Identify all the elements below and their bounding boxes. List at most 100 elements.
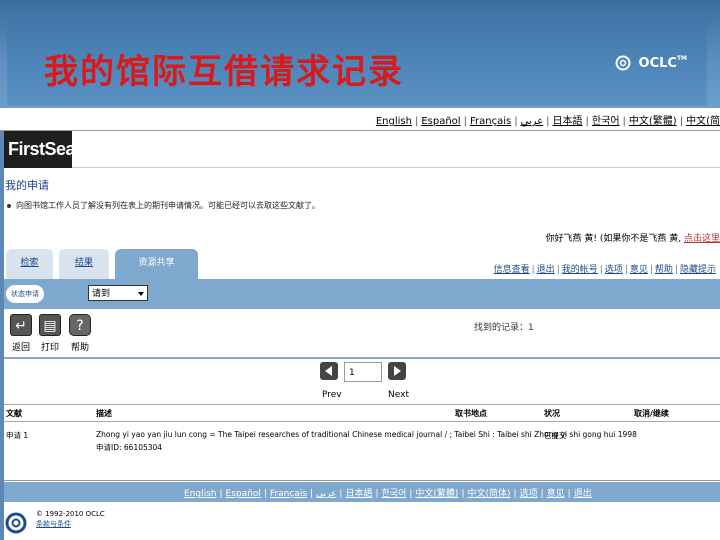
lang-bottom-link[interactable]: 中文(简体) bbox=[468, 489, 511, 499]
greeting-name: 飞燕 黄 bbox=[563, 234, 594, 244]
oclc-logo-icon bbox=[615, 55, 631, 71]
lang-bottom-link[interactable]: English bbox=[184, 489, 217, 499]
slide-header: 我的馆际互借请求记录 OCLCTM bbox=[0, 0, 720, 108]
greeting-comma: , bbox=[678, 234, 682, 244]
lang-top-link[interactable]: Español bbox=[421, 116, 460, 127]
lang-top-link[interactable]: 日本語 bbox=[553, 116, 583, 127]
lang-bottom-link[interactable]: عربي bbox=[316, 489, 336, 499]
lang-top-separator: | bbox=[463, 116, 467, 127]
lang-bottom-separator: | bbox=[409, 489, 413, 499]
next-label[interactable]: Next bbox=[388, 390, 409, 400]
lang-top-item: 中文(简 bbox=[686, 112, 720, 127]
prev-page-button[interactable] bbox=[320, 362, 338, 380]
next-page-button[interactable] bbox=[388, 362, 406, 380]
back-button[interactable]: ↵ 返回 bbox=[10, 314, 32, 353]
firstsearch-logo[interactable]: FirstSearch bbox=[8, 139, 102, 160]
tab-resource-sharing-label: 资源共享 bbox=[138, 258, 175, 268]
page-number-input[interactable]: 1 bbox=[344, 362, 382, 382]
status-select[interactable]: 请到 bbox=[88, 285, 148, 301]
nav-link[interactable]: 帮助 bbox=[655, 265, 673, 275]
nav-link[interactable]: 隐藏提示 bbox=[680, 265, 716, 275]
prev-label[interactable]: Prev bbox=[322, 390, 342, 400]
lang-bottom-link[interactable]: Español bbox=[226, 489, 261, 499]
lang-top-item: 日本語 bbox=[553, 112, 583, 127]
tab-search-label: 检索 bbox=[20, 258, 39, 268]
print-button[interactable]: ▤ 打印 bbox=[39, 314, 61, 353]
nav-link[interactable]: 选项 bbox=[605, 265, 623, 275]
language-list-top: English | Español | Français | عربي | 日本語 | 한국어 | 中文… bbox=[376, 112, 720, 127]
click-here-link[interactable]: 点击这里 bbox=[684, 234, 720, 244]
nav-link[interactable]: 我的帐号 bbox=[562, 265, 598, 275]
nav-separator: | bbox=[674, 265, 678, 275]
toolbar: ↵ 返回 ▤ 打印 ? 帮助 找到的记录：1 bbox=[4, 309, 720, 359]
status-filter-button[interactable]: 状态申请 bbox=[6, 285, 44, 303]
requests-table: 文献 描述 取书地点 状况 取消/继续 申请 1 Zhong yi yao ya… bbox=[4, 404, 720, 484]
lang-bottom-link[interactable]: 中文(繁體) bbox=[415, 489, 458, 499]
col-header-pickup: 取书地点 bbox=[455, 409, 487, 418]
greeting-name-2: 飞燕 黄 bbox=[648, 234, 679, 244]
lang-bottom-link[interactable]: 退出 bbox=[574, 489, 592, 499]
greeting: 你好飞燕 黄! (如果你不是飞燕 黄, 点击这里 bbox=[545, 231, 720, 244]
lang-bottom-link[interactable]: 选项 bbox=[520, 489, 538, 499]
lang-bottom-separator: | bbox=[375, 489, 379, 499]
toolbar-divider bbox=[4, 357, 720, 359]
col-header-no: 文献 bbox=[6, 409, 22, 418]
header-divider bbox=[72, 167, 720, 168]
lang-top-link[interactable]: 한국어 bbox=[592, 116, 620, 127]
lang-top-link[interactable]: 中文(繁體) bbox=[629, 116, 677, 127]
lang-top-item: English bbox=[376, 116, 412, 127]
filter-band: 状态申请 请到 bbox=[4, 279, 720, 309]
lang-bottom-link[interactable]: 意见 bbox=[547, 489, 565, 499]
oclc-tm: TM bbox=[676, 55, 688, 62]
lang-top-link[interactable]: English bbox=[376, 116, 412, 127]
status-select-value: 请到 bbox=[92, 289, 111, 299]
top-nav-links: 信息查看 | 退出 | 我的帐号 | 选项 | 意见 | 帮助 | 隐藏提示 bbox=[494, 262, 716, 275]
footer: © 1992-2010 OCLC 条款与条件 bbox=[36, 509, 105, 529]
lang-bottom-separator: | bbox=[219, 489, 223, 499]
lang-bottom-item: Español bbox=[226, 489, 261, 499]
nav-separator: | bbox=[531, 265, 535, 275]
slide-title: 我的馆际互借请求记录 bbox=[44, 52, 404, 92]
terms-link[interactable]: 条款与条件 bbox=[36, 519, 105, 529]
found-records-count: 找到的记录：1 bbox=[474, 323, 534, 333]
lang-top-link[interactable]: Français bbox=[470, 116, 511, 127]
greeting-prefix: 你好 bbox=[545, 234, 564, 244]
nav-link[interactable]: 意见 bbox=[630, 265, 648, 275]
lang-top-item: Français bbox=[470, 116, 511, 127]
print-icon: ▤ bbox=[39, 314, 61, 336]
help-label: 帮助 bbox=[70, 343, 89, 353]
tab-search[interactable]: 检索 bbox=[6, 249, 53, 279]
help-button[interactable]: ? 帮助 bbox=[69, 314, 91, 353]
nav-separator: | bbox=[556, 265, 560, 275]
lang-top-separator: | bbox=[679, 116, 684, 127]
nav-separator: | bbox=[649, 265, 653, 275]
lang-top-link[interactable]: عربي bbox=[521, 116, 544, 127]
lang-bottom-item: 退出 bbox=[574, 486, 592, 499]
greeting-mid: ! (如果你不是 bbox=[593, 234, 649, 244]
right-arrow-icon bbox=[394, 366, 401, 376]
print-label: 打印 bbox=[40, 343, 59, 353]
tab-results[interactable]: 结果 bbox=[59, 249, 109, 279]
lang-top-separator: | bbox=[414, 116, 419, 127]
language-bar-bottom: English | Español | Français | عربي | 日本語 | 한국어 | 中文… bbox=[4, 482, 720, 502]
lang-bottom-link[interactable]: 日本語 bbox=[345, 489, 372, 499]
lang-bottom-link[interactable]: 한국어 bbox=[382, 489, 407, 499]
chevron-down-icon bbox=[138, 292, 144, 296]
lang-top-item: عربي bbox=[521, 116, 544, 127]
lang-top-item: 中文(繁體) bbox=[629, 112, 677, 127]
lang-bottom-separator: | bbox=[513, 489, 517, 499]
nav-link[interactable]: 信息查看 bbox=[494, 265, 530, 275]
lang-bottom-item: 意见 bbox=[547, 486, 565, 499]
lang-top-separator: | bbox=[622, 116, 626, 127]
tab-resource-sharing[interactable]: 资源共享 bbox=[115, 249, 198, 279]
lang-bottom-separator: | bbox=[263, 489, 267, 499]
lang-bottom-link[interactable]: Français bbox=[270, 489, 307, 499]
left-arrow-icon bbox=[325, 366, 332, 376]
bullet-icon bbox=[7, 203, 11, 208]
lang-bottom-item: 日本語 bbox=[345, 486, 372, 499]
nav-link[interactable]: 退出 bbox=[537, 265, 555, 275]
lang-top-link[interactable]: 中文(简 bbox=[686, 116, 720, 127]
oclc-brand-text: OCLC bbox=[638, 55, 677, 71]
cell-request-no: 申请 1 bbox=[6, 431, 29, 440]
col-header-cancel: 取消/继续 bbox=[634, 409, 669, 418]
